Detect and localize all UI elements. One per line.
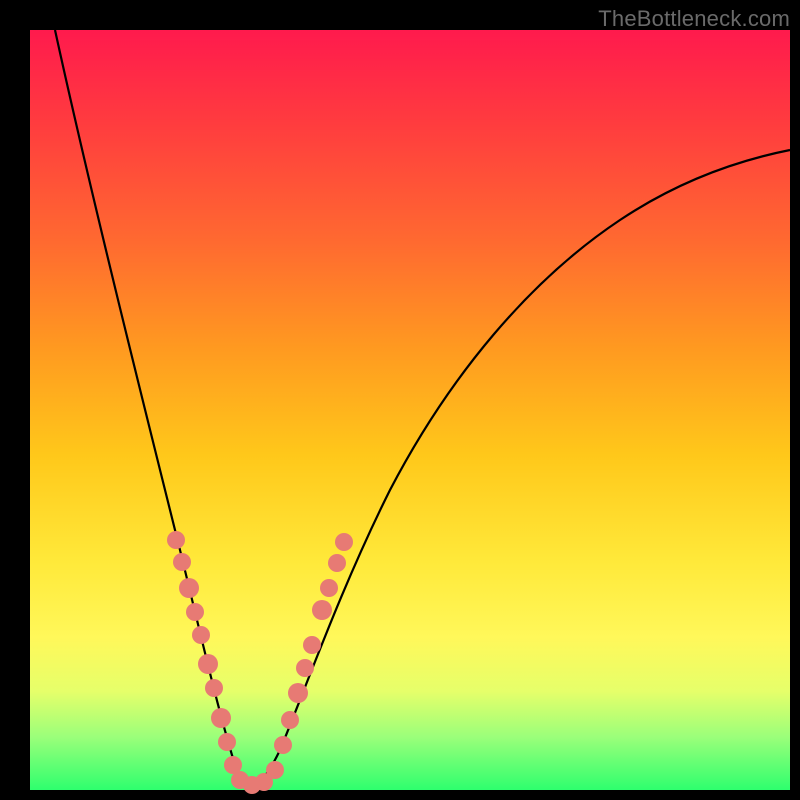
chart-frame: TheBottleneck.com: [0, 0, 800, 800]
curve-right-branch: [250, 150, 790, 786]
bead-cluster-right: [274, 533, 353, 754]
plot-area: [30, 30, 790, 790]
watermark-text: TheBottleneck.com: [598, 6, 790, 32]
curve-left-branch: [55, 30, 250, 786]
bottleneck-curve: [30, 30, 790, 790]
